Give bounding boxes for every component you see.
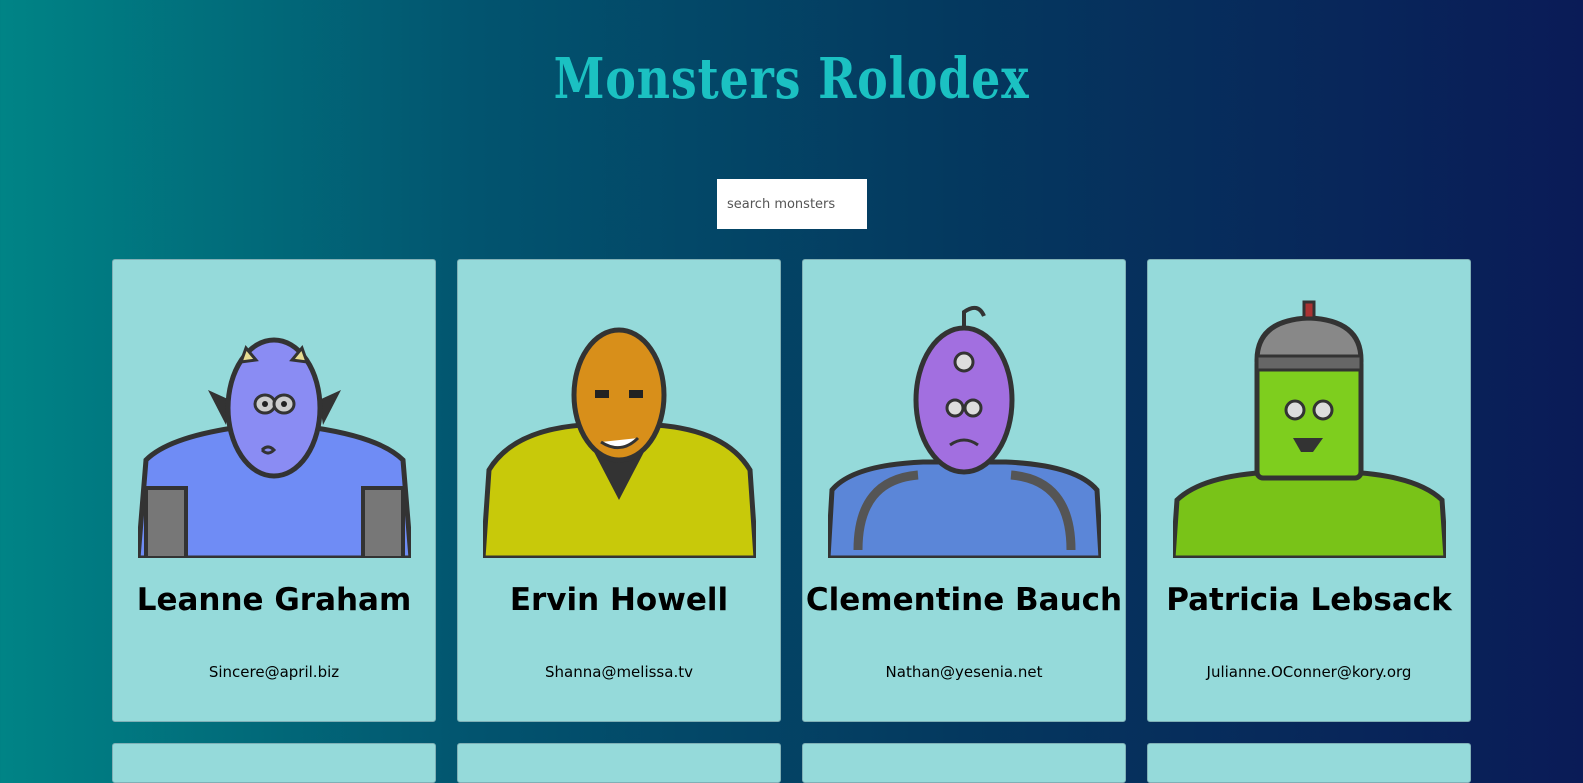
monster-card[interactable]: Ervin Howell Shanna@melissa.tv — [457, 259, 781, 722]
monster-email: Julianne.OConner@kory.org — [1206, 663, 1412, 681]
monster-name: Patricia Lebsack — [1166, 582, 1452, 618]
monster-name: Ervin Howell — [509, 582, 729, 618]
monster-avatar-image — [483, 327, 756, 558]
monster-name: Leanne Graham — [136, 582, 412, 618]
monster-card[interactable] — [457, 743, 781, 783]
monster-email: Shanna@melissa.tv — [545, 663, 693, 681]
monster-avatar-image — [828, 305, 1101, 558]
page-title: Monsters Rolodex — [553, 46, 1030, 112]
monster-card[interactable]: Patricia Lebsack Julianne.OConner@kory.o… — [1147, 259, 1471, 722]
search-input[interactable] — [717, 179, 867, 229]
monster-email: Nathan@yesenia.net — [885, 663, 1043, 681]
monster-card[interactable] — [1147, 743, 1471, 783]
monster-avatar-image — [1173, 300, 1446, 558]
monster-email: Sincere@april.biz — [208, 663, 340, 681]
monster-avatar-image — [138, 337, 411, 558]
monster-card[interactable]: Clementine Bauch Nathan@yesenia.net — [802, 259, 1126, 722]
monster-name: Clementine Bauch — [805, 582, 1123, 618]
monster-card[interactable]: Leanne Graham Sincere@april.biz — [112, 259, 436, 722]
monster-card[interactable] — [802, 743, 1126, 783]
monster-card[interactable] — [112, 743, 436, 783]
